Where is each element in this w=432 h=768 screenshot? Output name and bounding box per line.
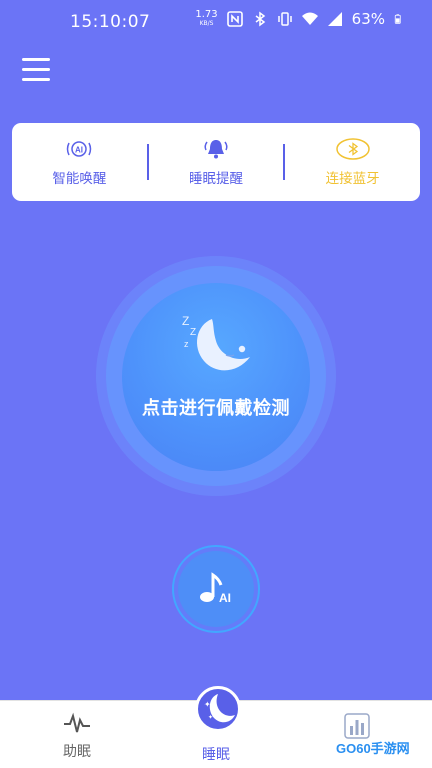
ai-music-button[interactable]: AI <box>178 551 254 627</box>
sleep-reminder-label: 睡眠提醒 <box>189 171 243 187</box>
ai-text: AI <box>219 591 231 605</box>
network-speed: 1.73 KB/S <box>195 10 217 28</box>
battery-percent: 63% <box>351 10 385 28</box>
signal-5g-icon <box>327 12 342 26</box>
sleeping-moon-icon: Z Z z <box>182 314 250 371</box>
connect-bluetooth-button[interactable]: 连接蓝牙 <box>285 123 420 201</box>
ai-wave-icon: AI <box>67 141 92 157</box>
watermark: GO60手游网 <box>336 741 410 756</box>
svg-text:✦: ✦ <box>204 700 211 709</box>
status-icons: 1.73 KB/S 63% <box>195 10 404 28</box>
smart-wake-label: 智能唤醒 <box>52 171 107 187</box>
svg-text:Z: Z <box>190 327 196 338</box>
menu-icon[interactable] <box>22 58 50 82</box>
bluetooth-icon <box>335 138 370 160</box>
nfc-icon <box>226 11 243 27</box>
svg-text:Z: Z <box>182 314 189 328</box>
detect-label: 点击进行佩戴检测 <box>142 398 290 419</box>
status-time: 15:10:07 <box>70 12 151 32</box>
svg-text:AI: AI <box>75 146 83 155</box>
nav-label-sleep: 睡眠 <box>202 747 230 763</box>
feature-card: AI 智能唤醒 睡眠提醒 连接蓝牙 <box>12 123 420 201</box>
wifi-icon <box>301 12 318 25</box>
svg-text:z: z <box>184 339 189 349</box>
wear-detection-button[interactable]: Z Z z 点击进行佩戴检测 <box>122 283 310 471</box>
moon-icon: ✦ ✦ <box>204 694 235 723</box>
battery-icon <box>394 14 401 24</box>
vibrate-icon <box>277 12 292 26</box>
status-bar: 15:10:07 1.73 KB/S 63% <box>0 0 432 48</box>
sleep-reminder-button[interactable]: 睡眠提醒 <box>149 123 284 201</box>
bell-icon <box>204 140 228 159</box>
smart-wake-button[interactable]: AI 智能唤醒 <box>12 123 147 201</box>
svg-text:✦: ✦ <box>208 714 213 721</box>
bar-chart-icon <box>344 713 370 739</box>
nav-item-sleep-aid[interactable]: 助眠 <box>27 701 127 768</box>
connect-bluetooth-label: 连接蓝牙 <box>325 171 380 187</box>
music-note-ai-icon: AI <box>200 572 231 605</box>
heartbeat-icon <box>64 712 90 733</box>
network-speed-value: 1.73 <box>195 9 218 20</box>
nav-sleep-bubble[interactable]: ✦ ✦ <box>195 686 241 732</box>
bluetooth-icon <box>255 11 265 27</box>
network-speed-unit: KB/S <box>199 20 214 27</box>
nav-item-report[interactable] <box>306 701 406 768</box>
nav-label-sleep-aid: 助眠 <box>63 744 91 760</box>
